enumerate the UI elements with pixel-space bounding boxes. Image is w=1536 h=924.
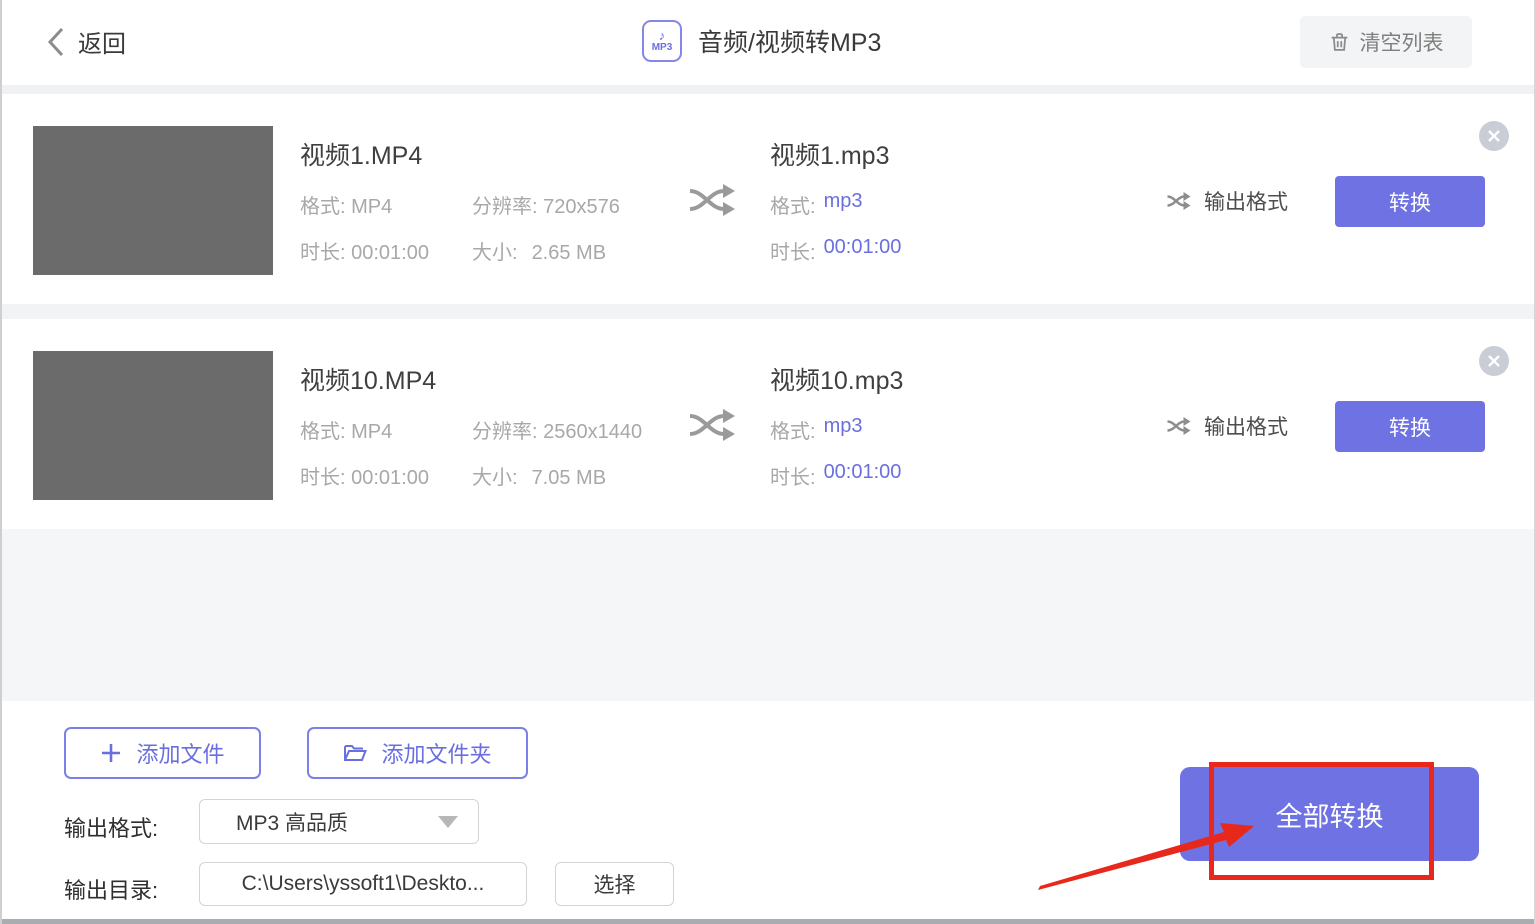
plus-icon <box>100 742 122 764</box>
source-meta-line1: 格式: MP4 分辨率: 720x576 <box>300 190 620 219</box>
remove-file-button[interactable] <box>1479 346 1509 376</box>
mp3-badge-icon: ♪ MP3 <box>642 20 682 62</box>
shuffle-small-icon <box>1166 416 1192 436</box>
video-thumbnail <box>33 126 273 275</box>
add-folder-button[interactable]: 添加文件夹 <box>307 727 528 779</box>
convert-button[interactable]: 转换 <box>1335 401 1485 452</box>
add-file-button[interactable]: 添加文件 <box>64 727 261 779</box>
file-row: 视频1.MP4 格式: MP4 分辨率: 720x576 时长: 00:01:0… <box>2 94 1534 304</box>
output-file-name: 视频1.mp3 <box>770 136 889 172</box>
window-bottom-edge <box>2 919 1534 924</box>
choose-dir-button[interactable]: 选择 <box>555 862 674 906</box>
remove-file-button[interactable] <box>1479 121 1509 151</box>
close-icon <box>1487 354 1501 368</box>
folder-icon <box>343 743 367 763</box>
music-note-icon: ♪ <box>659 29 666 42</box>
add-folder-label: 添加文件夹 <box>381 737 491 769</box>
footer-panel: 添加文件 添加文件夹 输出格式: MP3 高品质 输出目录: 选择 全部转换 <box>2 701 1534 924</box>
output-format-value: MP3 高品质 <box>236 807 438 837</box>
output-file-name: 视频10.mp3 <box>770 361 903 397</box>
output-dir-field-label: 输出目录: <box>64 873 158 905</box>
shuffle-small-icon <box>1166 191 1192 211</box>
output-meta-duration: 时长:00:01:00 <box>770 461 901 490</box>
mp3-badge-text: MP3 <box>652 42 673 54</box>
output-format-select[interactable]: MP3 高品质 <box>199 799 479 844</box>
output-format-selector[interactable]: 输出格式 <box>1166 186 1288 216</box>
source-meta-line2: 时长: 00:01:00 大小:7.05 MB <box>300 461 606 490</box>
back-button[interactable]: 返回 <box>46 24 126 59</box>
list-empty-area <box>2 529 1534 701</box>
output-meta-duration: 时长:00:01:00 <box>770 236 901 265</box>
output-format-label: 输出格式 <box>1204 411 1288 441</box>
source-meta-line2: 时长: 00:01:00 大小:2.65 MB <box>300 236 606 265</box>
output-meta-format: 格式:mp3 <box>770 190 862 219</box>
page-title-group: ♪ MP3 音频/视频转MP3 <box>642 20 881 62</box>
source-file-name: 视频1.MP4 <box>300 136 422 172</box>
output-format-label: 输出格式 <box>1204 186 1288 216</box>
output-meta-format: 格式:mp3 <box>770 415 862 444</box>
clear-list-label: 清空列表 <box>1360 27 1444 57</box>
convert-all-button[interactable]: 全部转换 <box>1180 767 1479 861</box>
source-file-name: 视频10.MP4 <box>300 361 436 397</box>
output-format-field-label: 输出格式: <box>64 811 158 843</box>
chevron-left-icon <box>46 26 66 58</box>
clear-list-button[interactable]: 清空列表 <box>1300 16 1472 68</box>
add-file-label: 添加文件 <box>136 737 224 769</box>
page-title: 音频/视频转MP3 <box>698 23 881 59</box>
output-dir-input[interactable] <box>199 862 527 906</box>
convert-button[interactable]: 转换 <box>1335 176 1485 227</box>
source-meta-line1: 格式: MP4 分辨率: 2560x1440 <box>300 415 642 444</box>
header-divider <box>2 85 1534 94</box>
row-divider <box>2 304 1534 319</box>
trash-icon <box>1329 31 1350 53</box>
shuffle-icon <box>688 180 738 220</box>
close-icon <box>1487 129 1501 143</box>
back-label: 返回 <box>78 24 126 59</box>
shuffle-icon <box>688 405 738 445</box>
caret-down-icon <box>438 816 458 828</box>
file-row: 视频10.MP4 格式: MP4 分辨率: 2560x1440 时长: 00:0… <box>2 319 1534 529</box>
video-thumbnail <box>33 351 273 500</box>
top-bar: 返回 ♪ MP3 音频/视频转MP3 清空列表 <box>2 0 1534 85</box>
converter-window: 返回 ♪ MP3 音频/视频转MP3 清空列表 视频1.MP4 格式: MP4 … <box>0 0 1536 924</box>
output-format-selector[interactable]: 输出格式 <box>1166 411 1288 441</box>
